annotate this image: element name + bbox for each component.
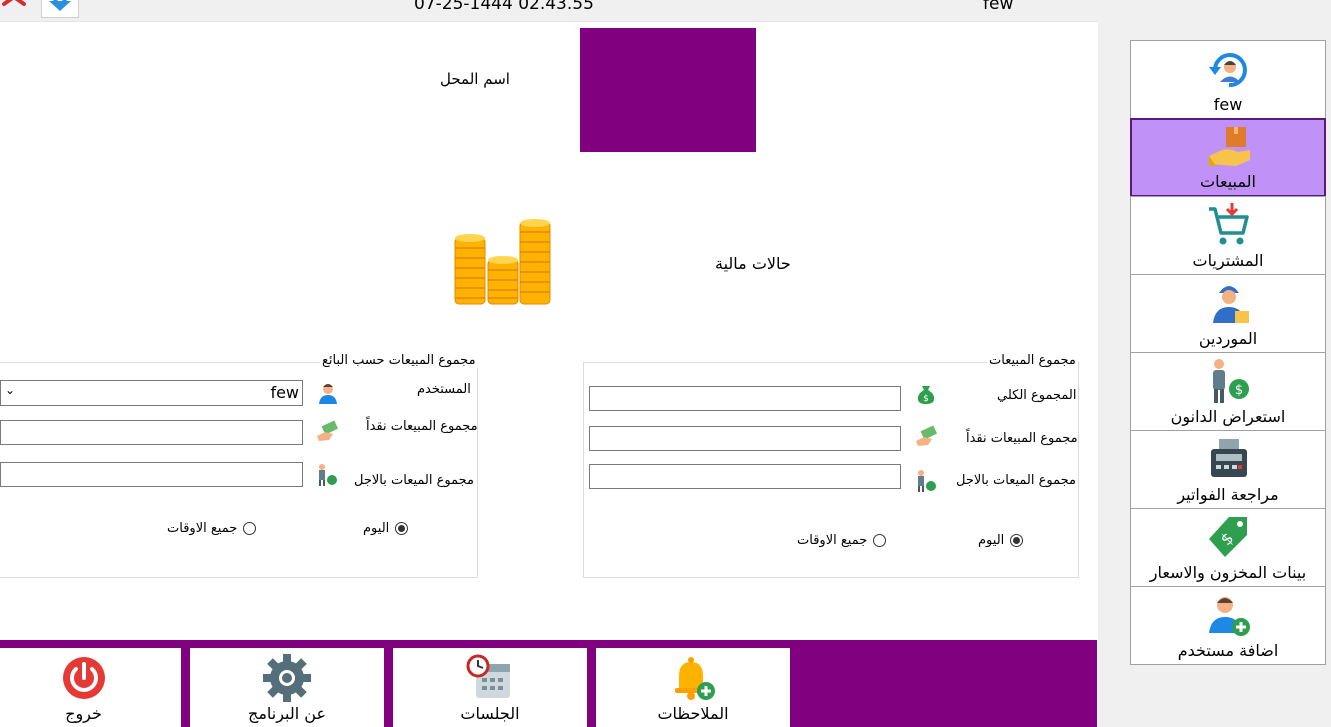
refresh-user-icon	[1209, 53, 1247, 88]
user-icon	[319, 384, 337, 404]
sidebar-item-label: بينات المخزون والاسعار	[1149, 563, 1307, 582]
coins-icon	[454, 219, 551, 305]
all-times-radio-label: جميع الاوقات	[797, 533, 868, 548]
sidebar-item-label: مراجعة الفواتير	[1177, 485, 1279, 504]
seller-today-radio-label: اليوم	[363, 521, 390, 536]
sidebar-item-label: الموردين	[1198, 329, 1258, 348]
sidebar-item-debtors[interactable]: $ استعراض الدانون	[1130, 352, 1326, 431]
sidebar-item-label: المشتريات	[1192, 251, 1264, 270]
about-button[interactable]: عن البرنامج	[190, 648, 384, 727]
svg-text:$: $	[1235, 383, 1243, 398]
power-icon	[62, 657, 105, 699]
title-bar: 07-25-1444 02.43.55 few	[0, 0, 1331, 22]
calendar-clock-icon	[466, 654, 510, 698]
sidebar-item-sales[interactable]: المبيعات	[1130, 118, 1326, 197]
user-select-value: few	[270, 383, 299, 402]
total-sales-field[interactable]	[589, 386, 901, 411]
sales-by-seller-title: مجموع المبيعات حسب البائع	[320, 353, 478, 368]
cash-sales-label: مجموع المبيعات نقداً	[966, 431, 1078, 446]
exit-button-label: خروج	[65, 704, 102, 723]
sidebar-item-purchases[interactable]: المشتريات	[1130, 196, 1326, 275]
price-tag-icon: $	[1209, 517, 1247, 557]
seller-all-times-radio[interactable]	[243, 522, 256, 535]
shop-name-label: اسم المحل	[440, 70, 510, 88]
minimize-icon[interactable]	[41, 0, 79, 18]
cash-sales-field[interactable]	[589, 426, 901, 451]
hand-box-icon	[1209, 127, 1250, 166]
seller-cash-sales-field[interactable]	[0, 420, 303, 445]
cash-hand-icon	[916, 425, 938, 446]
about-button-label: عن البرنامج	[247, 704, 326, 723]
money-bag-icon: $	[917, 386, 935, 404]
seller-credit-sales-label: مجموع الميعات بالاجل	[354, 473, 474, 488]
sales-totals-title: مجموع المبيعات	[987, 353, 1078, 368]
current-user-label: few	[983, 0, 1014, 14]
sessions-button-label: الجلسات	[460, 704, 520, 723]
bell-add-icon	[675, 657, 715, 700]
sidebar-item-add-user[interactable]: اضافة مستخدم	[1130, 586, 1326, 665]
gear-icon	[263, 654, 311, 702]
cash-hand-icon	[317, 420, 339, 441]
cart-icon	[1209, 203, 1249, 245]
user-label: المستخدم	[417, 382, 471, 397]
add-user-icon	[1209, 597, 1250, 636]
person-money-icon: $	[1213, 359, 1249, 403]
notes-button-label: الملاحظات	[657, 704, 729, 723]
sidebar-item-label: اضافة مستخدم	[1177, 641, 1279, 660]
chevron-down-icon: ⌄	[5, 383, 16, 397]
delivery-man-icon	[1213, 286, 1249, 323]
seller-all-times-radio-label: جميع الاوقات	[167, 521, 238, 536]
seller-today-radio[interactable]	[395, 522, 408, 535]
all-times-radio[interactable]	[873, 534, 886, 547]
user-select[interactable]: ⌄ few	[0, 380, 303, 406]
datetime-display: 07-25-1444 02.43.55	[414, 0, 594, 14]
notes-button[interactable]: الملاحظات	[596, 648, 790, 727]
person-money-icon	[319, 464, 337, 486]
sidebar-item-invoices[interactable]: مراجعة الفواتير	[1130, 430, 1326, 509]
person-money-icon	[918, 470, 936, 492]
close-icon[interactable]	[0, 0, 38, 18]
credit-sales-field[interactable]	[589, 464, 901, 489]
sidebar-item-suppliers[interactable]: الموردين	[1130, 274, 1326, 353]
financial-status-label: حالات مالية	[715, 254, 791, 273]
seller-credit-sales-field[interactable]	[0, 462, 303, 487]
credit-sales-label: مجموع الميعات بالاجل	[956, 473, 1076, 488]
today-radio-label: اليوم	[978, 533, 1005, 548]
sidebar: few المبيعات المشتريات الموردين $ استعرا…	[1130, 40, 1326, 665]
shop-logo	[580, 28, 756, 152]
sidebar-item-label: few	[1213, 95, 1243, 114]
cash-register-icon	[1211, 439, 1247, 477]
exit-button[interactable]: خروج	[0, 648, 181, 727]
svg-text:$: $	[923, 394, 929, 404]
bottom-toolbar: خروج عن البرنامج الجلسات الملاحظات	[0, 640, 1097, 727]
sidebar-item-user[interactable]: few	[1130, 40, 1326, 119]
total-label: المجموع الكلي	[997, 388, 1077, 403]
sessions-button[interactable]: الجلسات	[393, 648, 587, 727]
sidebar-item-label: المبيعات	[1200, 172, 1256, 191]
seller-cash-sales-label: مجموع المبيعات نقداً	[366, 419, 478, 434]
today-radio[interactable]	[1010, 534, 1023, 547]
sidebar-item-inventory[interactable]: $ بينات المخزون والاسعار	[1130, 508, 1326, 587]
sidebar-item-label: استعراض الدانون	[1170, 407, 1286, 426]
